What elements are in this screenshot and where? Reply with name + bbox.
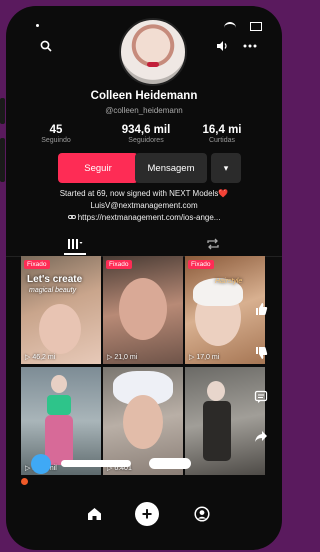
thumbnail-coat bbox=[203, 401, 231, 461]
thumbnail-face bbox=[123, 395, 163, 449]
pinned-badge: Fixado bbox=[106, 260, 132, 269]
view-count-value: 46,2 mi bbox=[32, 354, 56, 361]
bio-link-row[interactable]: https://nextmanagement.com/ios-ange... bbox=[6, 213, 282, 222]
stat-value: 934,6 mil bbox=[121, 124, 171, 136]
tab-videos[interactable] bbox=[6, 234, 144, 255]
video-grid-icon bbox=[68, 239, 83, 249]
recording-dot bbox=[21, 478, 28, 485]
bio-line: LuisV@nextmanagement.com bbox=[90, 201, 198, 210]
thumbnail-top bbox=[47, 395, 71, 415]
stat-label: Seguidores bbox=[128, 137, 164, 144]
stat-likes[interactable]: 16,4 mi Curtidas bbox=[182, 124, 262, 144]
profile-icon[interactable] bbox=[192, 502, 212, 526]
thumbnail-face bbox=[51, 375, 67, 393]
view-count: ▷ 21,0 mi bbox=[107, 354, 138, 361]
search-icon[interactable] bbox=[38, 38, 54, 54]
video-tile[interactable]: Fixado ▷ 21,0 mi bbox=[103, 256, 183, 364]
stat-label: Seguindo bbox=[41, 137, 71, 144]
avatar-lips bbox=[147, 62, 159, 67]
stat-followers[interactable]: 934,6 mil Seguidores bbox=[106, 124, 186, 144]
stat-following[interactable]: 45 Seguindo bbox=[16, 124, 96, 144]
pinned-badge: Fixado bbox=[188, 260, 214, 269]
home-icon[interactable] bbox=[84, 502, 104, 526]
thumbnail-face bbox=[207, 381, 225, 401]
view-count-value: 21,0 mi bbox=[114, 354, 138, 361]
profile-name: Colleen Heidemann bbox=[90, 90, 198, 102]
follow-button[interactable]: Seguir bbox=[58, 153, 138, 183]
stat-value: 45 bbox=[49, 124, 63, 136]
stat-label: Curtidas bbox=[208, 137, 236, 144]
drag-handle[interactable] bbox=[31, 454, 51, 474]
bio-link[interactable]: https://nextmanagement.com/ios-ange... bbox=[78, 213, 221, 222]
thumbnail-face bbox=[119, 278, 167, 340]
progress-segment[interactable] bbox=[61, 460, 131, 467]
pinned-badge: Fixado bbox=[24, 260, 50, 269]
progress-thumb[interactable] bbox=[149, 458, 191, 469]
phone-screen: Colleen Heidemann @colleen_heidemann 45 … bbox=[6, 6, 282, 550]
more-options-button[interactable]: ▾ bbox=[211, 153, 241, 183]
avatar[interactable] bbox=[119, 18, 187, 86]
view-count: ▷ 46,2 mi bbox=[25, 354, 56, 361]
tab-reposts[interactable] bbox=[144, 234, 282, 254]
video-tile[interactable]: Fixado Hairstyle ▷ 17,0 mi bbox=[185, 256, 265, 364]
dislike-icon[interactable] bbox=[254, 346, 268, 360]
battery-icon bbox=[250, 22, 262, 31]
phone-side-button bbox=[0, 98, 5, 124]
camera-dot bbox=[36, 24, 39, 27]
create-button[interactable]: + bbox=[134, 502, 160, 526]
volume-icon[interactable] bbox=[214, 38, 230, 54]
stat-value: 16,4 mi bbox=[202, 124, 242, 136]
bottom-nav: + bbox=[6, 496, 282, 550]
view-count: ▷ 17,0 mi bbox=[189, 354, 220, 361]
profile-tabs bbox=[6, 232, 282, 257]
phone-side-button bbox=[0, 138, 5, 182]
view-count-value: 17,0 mi bbox=[196, 354, 220, 361]
comment-icon[interactable] bbox=[254, 390, 268, 404]
active-tab-indicator bbox=[64, 253, 86, 255]
thumbnail-caption: magical beauty bbox=[29, 287, 77, 294]
repost-icon bbox=[207, 238, 219, 250]
video-tile[interactable]: Fixado Let's create magical beauty ▷ 46,… bbox=[21, 256, 101, 364]
plus-icon: + bbox=[135, 502, 159, 526]
more-icon[interactable] bbox=[240, 38, 260, 54]
bio-line: Started at 69, now signed with NEXT Mode… bbox=[59, 189, 229, 198]
share-icon[interactable] bbox=[254, 430, 268, 444]
thumbnail-face bbox=[39, 304, 81, 354]
message-button[interactable]: Mensagem bbox=[135, 153, 207, 183]
wifi-icon bbox=[224, 22, 236, 32]
video-tile[interactable] bbox=[185, 367, 265, 475]
like-icon[interactable] bbox=[254, 302, 268, 316]
link-icon bbox=[67, 215, 76, 219]
profile-handle: @colleen_heidemann bbox=[105, 106, 183, 115]
thumbnail-caption: Let's create bbox=[27, 274, 83, 285]
thumbnail-caption: Hairstyle bbox=[215, 278, 243, 285]
